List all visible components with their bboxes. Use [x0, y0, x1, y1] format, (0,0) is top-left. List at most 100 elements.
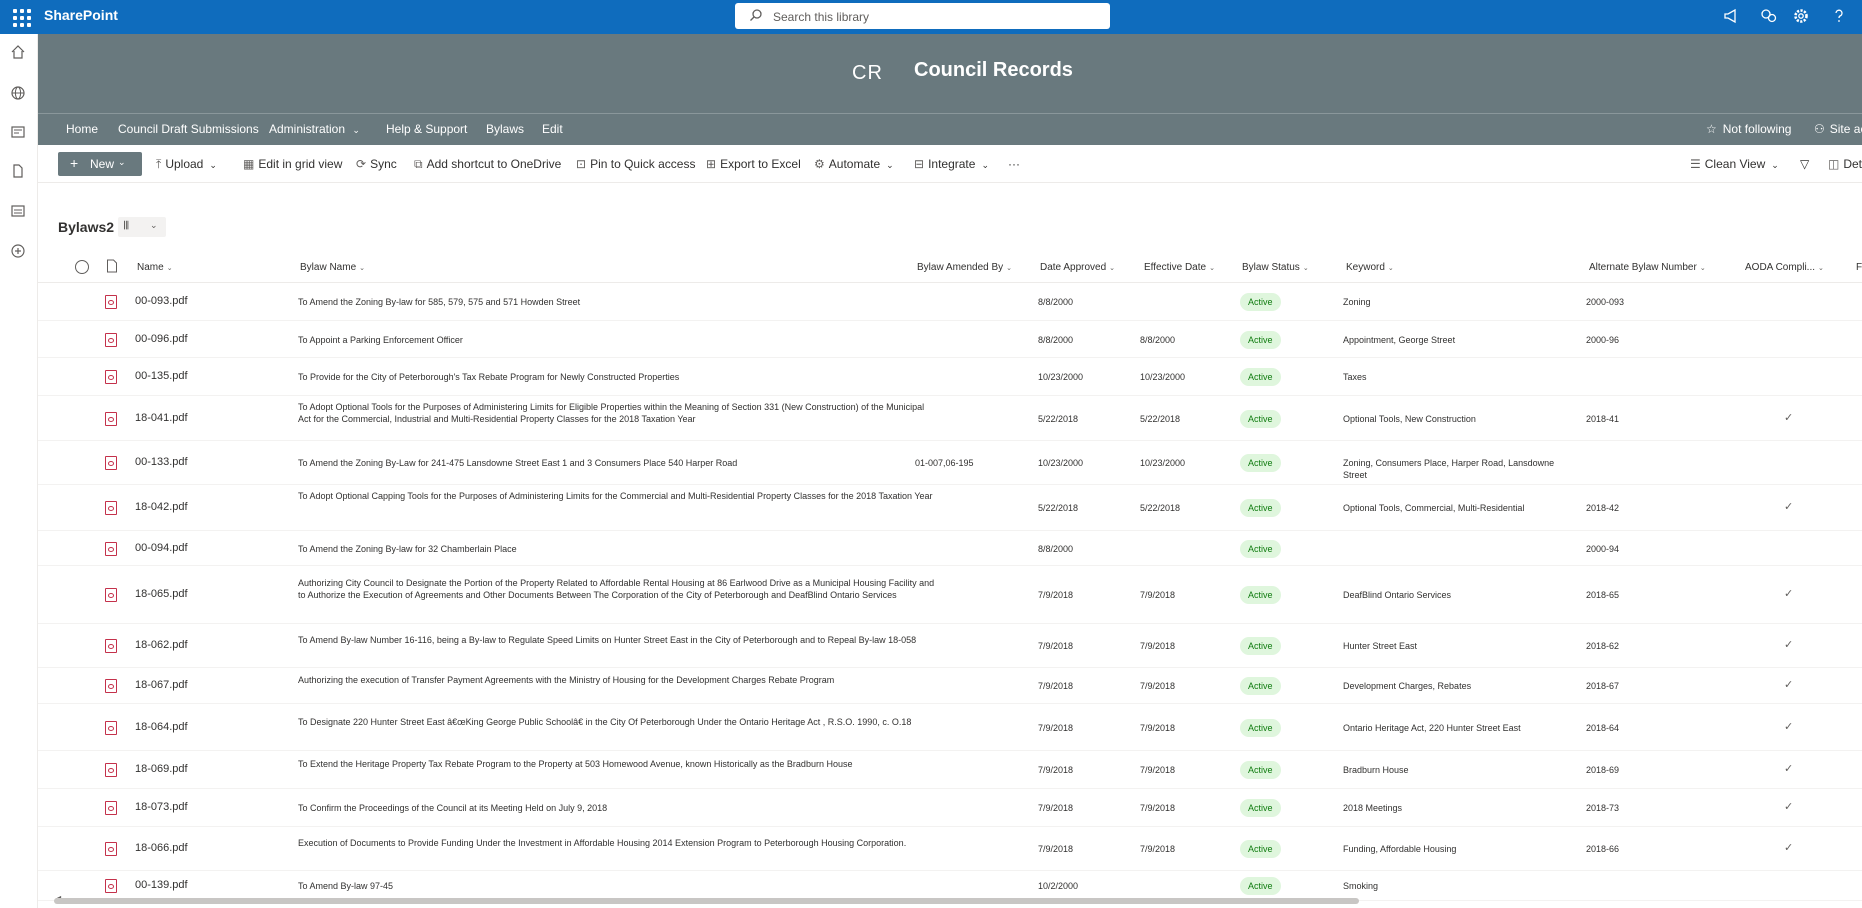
- date-approved-cell: 8/8/2000: [1038, 335, 1074, 345]
- pin-icon: ⊡: [576, 157, 587, 171]
- table-row[interactable]: 18-064.pdf To Designate 220 Hunter Street…: [38, 704, 1862, 751]
- settings-gear-icon[interactable]: [1792, 7, 1810, 30]
- upload-button[interactable]: ⤒ Upload ⌄: [156, 157, 217, 172]
- integrate-button[interactable]: ⊟ Integrate ⌄: [914, 157, 989, 171]
- nav-item-help-support[interactable]: Help & Support: [386, 122, 467, 136]
- column-header-amended-by[interactable]: Bylaw Amended By ⌄: [917, 262, 1012, 273]
- file-type-icon[interactable]: [106, 259, 118, 276]
- file-name-link[interactable]: 00-133.pdf: [135, 456, 188, 468]
- more-options-button[interactable]: ···: [1008, 157, 1020, 171]
- news-icon[interactable]: [10, 124, 26, 145]
- export-excel-button[interactable]: ⊞ Export to Excel: [706, 157, 801, 171]
- nav-item-bylaws[interactable]: Bylaws: [486, 122, 524, 136]
- column-header-bylaw-name[interactable]: Bylaw Name ⌄: [300, 262, 365, 273]
- bylaw-name-cell: To Amend By-law 97-45: [298, 881, 394, 891]
- new-label: New: [90, 157, 115, 171]
- effective-date-cell: 7/9/2018: [1140, 844, 1176, 854]
- alternate-number-cell: 2018-69: [1586, 765, 1620, 775]
- status-badge: Active: [1240, 761, 1281, 779]
- horizontal-scrollbar[interactable]: [54, 898, 1359, 904]
- column-header-name[interactable]: Name ⌄: [137, 262, 173, 273]
- table-row[interactable]: 00-135.pdf To Provide for the City of Pet…: [38, 358, 1862, 396]
- app-launcher-icon[interactable]: [10, 6, 32, 28]
- chevron-down-icon: ⌄: [1699, 265, 1706, 272]
- effective-date-cell: 7/9/2018: [1140, 765, 1176, 775]
- nav-item-edit[interactable]: Edit: [542, 122, 563, 136]
- file-name-link[interactable]: 18-066.pdf: [135, 842, 188, 854]
- table-row[interactable]: 18-073.pdf To Confirm the Proceedings of …: [38, 789, 1862, 827]
- column-header-effective-date[interactable]: Effective Date ⌄: [1144, 262, 1215, 273]
- file-name-link[interactable]: 18-069.pdf: [135, 763, 188, 775]
- excel-icon: ⊞: [706, 157, 717, 171]
- status-badge: Active: [1240, 799, 1281, 817]
- view-selector[interactable]: ☰ Clean View ⌄: [1690, 157, 1779, 171]
- chevron-down-icon: ⌄: [1387, 265, 1394, 272]
- file-name-link[interactable]: 18-067.pdf: [135, 679, 188, 691]
- automate-button[interactable]: ⚙ Automate ⌄: [814, 157, 894, 171]
- sharepoint-app-icon[interactable]: [1760, 7, 1778, 30]
- add-shortcut-button[interactable]: ⧉ Add shortcut to OneDrive: [414, 157, 561, 172]
- table-row[interactable]: 18-065.pdf Authorizing City Council to De…: [38, 566, 1862, 624]
- table-row[interactable]: 18-041.pdf To Adopt Optional Tools for th…: [38, 396, 1862, 441]
- table-row[interactable]: 18-069.pdf To Extend the Heritage Propert…: [38, 751, 1862, 789]
- table-row[interactable]: 00-133.pdf To Amend the Zoning By-Law for…: [38, 441, 1862, 485]
- table-row[interactable]: 18-067.pdf Authorizing the execution of T…: [38, 668, 1862, 704]
- lists-icon[interactable]: [10, 203, 26, 224]
- app-name[interactable]: SharePoint: [44, 7, 118, 23]
- column-header-fr[interactable]: Fr: [1856, 262, 1862, 273]
- sync-button[interactable]: ⟳ Sync: [356, 157, 397, 171]
- table-row[interactable]: 00-096.pdf To Appoint a Parking Enforceme…: [38, 321, 1862, 358]
- table-row[interactable]: 18-066.pdf Execution of Documents to Prov…: [38, 827, 1862, 871]
- keyword-cell: Ontario Heritage Act, 220 Hunter Street …: [1343, 723, 1521, 733]
- table-row[interactable]: 00-139.pdf To Amend By-law 97-45 10/2/2000…: [38, 871, 1862, 901]
- search-input[interactable]: Search this library: [735, 3, 1110, 29]
- nav-item-home[interactable]: Home: [66, 122, 98, 136]
- site-title[interactable]: Council Records: [914, 59, 1073, 82]
- filter-icon[interactable]: ▽: [1800, 157, 1809, 171]
- file-name-link[interactable]: 18-065.pdf: [135, 588, 188, 600]
- select-all-checkbox[interactable]: [74, 259, 90, 278]
- create-icon[interactable]: [10, 243, 26, 264]
- bylaw-name-cell: To Adopt Optional Tools for the Purposes…: [298, 402, 925, 424]
- home-icon[interactable]: [10, 44, 26, 65]
- file-name-link[interactable]: 00-094.pdf: [135, 542, 188, 554]
- help-icon[interactable]: [1830, 7, 1848, 30]
- file-name-link[interactable]: 00-135.pdf: [135, 370, 188, 382]
- file-name-link[interactable]: 18-064.pdf: [135, 721, 188, 733]
- pin-label: Pin to Quick access: [590, 157, 696, 171]
- library-view-switcher[interactable]: 𝄃𝄃 ⌄: [118, 217, 166, 237]
- date-approved-cell: 10/23/2000: [1038, 372, 1084, 382]
- details-pane-button[interactable]: ◫ Det: [1828, 157, 1862, 171]
- table-row[interactable]: 18-062.pdf To Amend By-law Number 16-116,…: [38, 624, 1862, 668]
- file-name-link[interactable]: 18-062.pdf: [135, 639, 188, 651]
- column-header-keyword[interactable]: Keyword ⌄: [1346, 262, 1394, 273]
- table-row[interactable]: 00-094.pdf To Amend the Zoning By-law for…: [38, 531, 1862, 566]
- edit-grid-button[interactable]: ▦ Edit in grid view: [243, 157, 342, 171]
- column-header-aoda[interactable]: AODA Compli... ⌄: [1745, 262, 1824, 273]
- status-badge: Active: [1240, 637, 1281, 655]
- site-access-button[interactable]: ⚇ Site ac: [1814, 122, 1862, 136]
- file-name-link[interactable]: 18-042.pdf: [135, 501, 188, 513]
- date-approved-cell: 7/9/2018: [1038, 723, 1074, 733]
- alternate-number-cell: 2000-94: [1586, 544, 1620, 554]
- site-logo[interactable]: CR: [852, 62, 883, 85]
- globe-icon[interactable]: [10, 85, 26, 106]
- new-button[interactable]: + New ⌄: [58, 152, 142, 176]
- column-header-alternate-number[interactable]: Alternate Bylaw Number ⌄: [1589, 262, 1706, 273]
- file-name-link[interactable]: 18-073.pdf: [135, 801, 188, 813]
- table-row[interactable]: 00-093.pdf To Amend the Zoning By-law for…: [38, 282, 1862, 321]
- files-icon[interactable]: [10, 163, 26, 184]
- file-name-link[interactable]: 18-041.pdf: [135, 412, 188, 424]
- file-name-link[interactable]: 00-139.pdf: [135, 879, 188, 891]
- file-name-link[interactable]: 00-096.pdf: [135, 333, 188, 345]
- view-label: Clean View: [1704, 157, 1766, 171]
- file-name-link[interactable]: 00-093.pdf: [135, 295, 188, 307]
- column-header-bylaw-status[interactable]: Bylaw Status ⌄: [1242, 262, 1309, 273]
- pin-quick-access-button[interactable]: ⊡ Pin to Quick access: [576, 157, 695, 171]
- nav-item-council-draft-submissions[interactable]: Council Draft Submissions: [118, 122, 259, 136]
- megaphone-icon[interactable]: [1722, 7, 1740, 30]
- follow-button[interactable]: ☆ Not following: [1706, 122, 1791, 136]
- column-header-date-approved[interactable]: Date Approved ⌄: [1040, 262, 1115, 273]
- nav-item-administration[interactable]: Administration ⌄: [269, 122, 360, 136]
- table-row[interactable]: 18-042.pdf To Adopt Optional Capping Tool…: [38, 485, 1862, 531]
